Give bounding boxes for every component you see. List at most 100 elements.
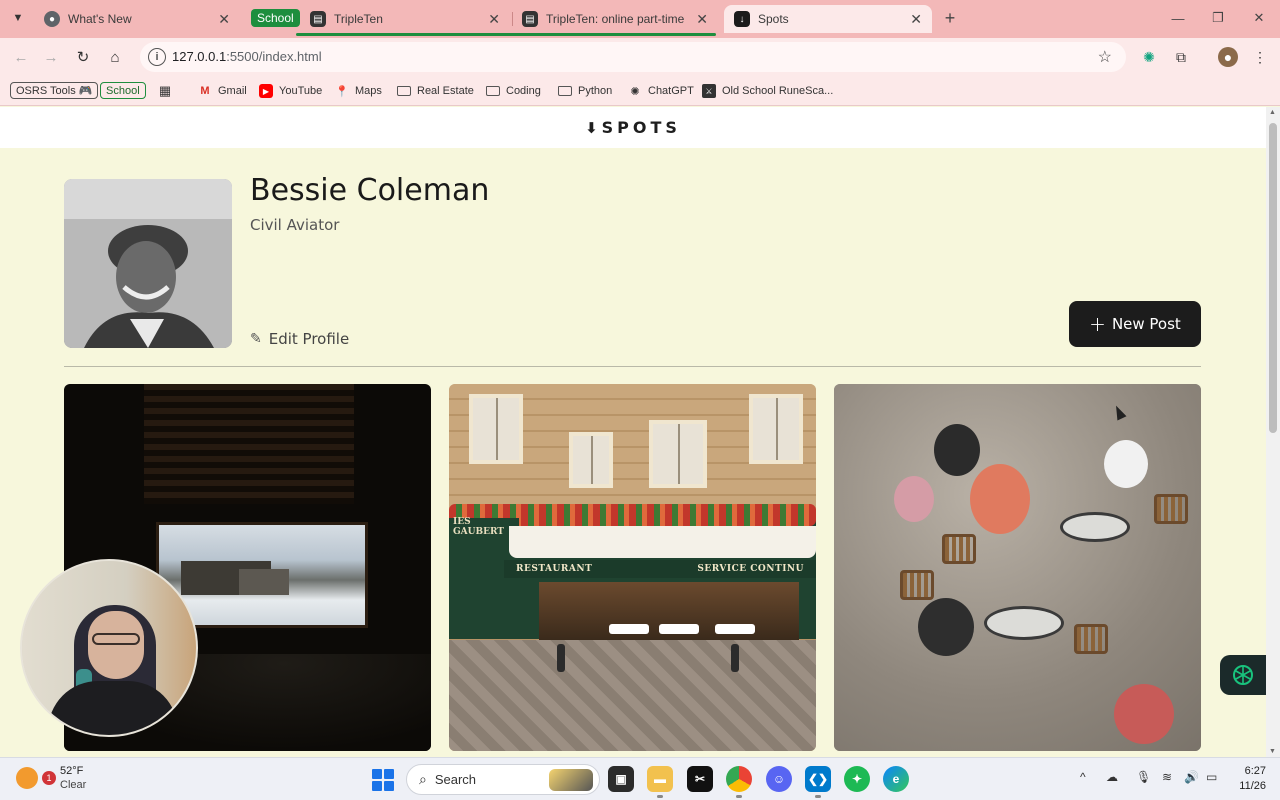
seated-person [918, 598, 974, 656]
page-scrollbar[interactable]: ▲ ▼ [1266, 107, 1280, 757]
edit-profile-button[interactable]: ✎ Edit Profile [250, 330, 349, 348]
close-window-icon[interactable]: ✕ [1244, 8, 1274, 28]
profile-name: Bessie Coleman [250, 173, 490, 208]
seated-person [1104, 440, 1148, 488]
card-cafe-terrace[interactable] [834, 384, 1201, 751]
wifi-icon[interactable]: ≋ [1162, 770, 1172, 784]
restaurant-sign: RESTAURANT SERVICE CONTINU [504, 560, 816, 578]
spots-logo[interactable]: ⬇ SPOTS [585, 118, 681, 137]
folder-icon [558, 86, 572, 96]
close-tab-icon[interactable]: ✕ [218, 11, 230, 28]
new-tab-button[interactable]: + [940, 8, 960, 28]
terrace-table [609, 624, 649, 634]
bookmark-folder-python[interactable]: Python [558, 81, 612, 101]
windows-taskbar: 1 52°F Clear ⌕ Search ▣ ▬ ✂ ☺ ❮❯ ✦ e ^ ☁… [0, 757, 1280, 800]
chrome-icon[interactable] [726, 766, 752, 798]
windows-start-icon[interactable] [372, 769, 394, 791]
bookmark-school[interactable]: School [100, 82, 146, 99]
assistant-floating-button[interactable] [1220, 655, 1266, 695]
cafe-chair [942, 534, 976, 564]
cafe-chair [1154, 494, 1188, 524]
taskbar-search[interactable]: ⌕ Search [406, 764, 600, 795]
bookmark-gmail[interactable]: M Gmail [198, 81, 246, 101]
scroll-up-icon[interactable]: ▲ [1269, 109, 1276, 116]
bookmark-star-icon[interactable]: ☆ [1098, 47, 1112, 67]
taskbar-clock[interactable]: 6:27 11/26 [1230, 764, 1266, 794]
tab-search-button[interactable]: ▼ [6, 7, 30, 29]
chrome-icon: ● [44, 11, 60, 27]
extensions-puzzle-icon[interactable]: ⧉ [1171, 47, 1191, 67]
tab-group-school[interactable]: School [251, 9, 300, 27]
clock-date: 11/26 [1239, 780, 1266, 792]
facade-window [469, 394, 523, 464]
close-tab-icon[interactable]: ✕ [696, 11, 708, 28]
webcam-glasses [92, 633, 140, 645]
seated-person [934, 424, 980, 476]
profile-divider [64, 366, 1201, 367]
new-post-button[interactable]: + New Post [1069, 301, 1201, 347]
tab-tripleten-course[interactable]: ▤ TripleTen: online part-time codi ✕ [512, 5, 718, 33]
restore-icon[interactable]: ❐ [1203, 8, 1233, 28]
battery-icon[interactable]: ▭ [1206, 770, 1217, 784]
webcam-overlay [20, 559, 198, 737]
browser-toolbar: ← → ↻ ⌂ i 127.0.0.1:5500/index.html ☆ ✺ … [0, 38, 1280, 76]
microphone-icon[interactable]: 🎙 [1136, 770, 1151, 784]
scrollbar-thumb[interactable] [1269, 123, 1277, 433]
tab-whats-new[interactable]: ● What's New ✕ [34, 5, 240, 33]
seated-person [1114, 684, 1174, 744]
tab-tripleten[interactable]: ▤ TripleTen ✕ [300, 5, 510, 33]
bookmark-maps[interactable]: 📍 Maps [335, 81, 382, 101]
pink-jacket [894, 476, 934, 522]
minimize-icon[interactable]: — [1163, 8, 1193, 28]
tripleten-icon: ▤ [310, 11, 326, 27]
back-arrow-icon[interactable]: ← [10, 46, 32, 68]
discord-icon[interactable]: ☺ [766, 766, 792, 792]
volume-icon[interactable]: 🔊 [1184, 770, 1199, 784]
bookmark-youtube[interactable]: ▶ YouTube [259, 81, 322, 101]
vscode-icon[interactable]: ❮❯ [805, 766, 831, 798]
chatgpt-extension-icon[interactable]: ✺ [1139, 47, 1159, 67]
apps-grid-icon[interactable]: ▦ [158, 81, 178, 101]
tripleten-icon: ▤ [522, 11, 538, 27]
scroll-down-icon[interactable]: ▼ [1269, 748, 1276, 755]
home-icon[interactable]: ⌂ [104, 46, 126, 68]
bookmark-osrs-tools[interactable]: OSRS Tools 🎮 [10, 82, 99, 99]
avatar-portrait [64, 179, 232, 348]
file-explorer-icon[interactable]: ▬ [647, 766, 673, 798]
capcut-icon[interactable]: ✂ [687, 766, 713, 792]
bookmark-chatgpt[interactable]: ✺ ChatGPT [628, 81, 693, 101]
pencil-icon: ✎ [250, 331, 262, 347]
chatgpt-icon [1233, 665, 1253, 685]
close-tab-icon[interactable]: ✕ [910, 11, 922, 28]
forward-arrow-icon[interactable]: → [40, 46, 62, 68]
close-tab-icon[interactable]: ✕ [488, 11, 500, 28]
bollard [557, 644, 565, 672]
onedrive-cloud-icon[interactable]: ☁ [1106, 770, 1118, 784]
site-info-icon[interactable]: i [148, 48, 166, 66]
task-view-icon[interactable]: ▣ [608, 766, 634, 792]
runescape-icon: ⚔ [702, 84, 716, 98]
seated-person [970, 464, 1030, 534]
reload-icon[interactable]: ↻ [72, 46, 94, 68]
maps-pin-icon: 📍 [335, 85, 349, 98]
plus-icon: + [1089, 312, 1106, 336]
spotify-like-icon[interactable]: ✦ [844, 766, 870, 792]
profile-avatar-icon[interactable]: ● [1218, 47, 1238, 67]
chatgpt-icon: ✺ [630, 85, 640, 98]
bookmarks-bar: OSRS Tools 🎮 School ▦ M Gmail ▶ YouTube 📍 M… [0, 76, 1280, 106]
bollard [731, 644, 739, 672]
bookmark-old-school-runescape[interactable]: ⚔ Old School RuneSca... [702, 81, 833, 101]
bookmark-folder-coding[interactable]: Coding [486, 81, 541, 101]
address-bar[interactable]: i 127.0.0.1:5500/index.html ☆ [140, 42, 1126, 72]
url-text[interactable]: 127.0.0.1:5500/index.html [172, 49, 322, 64]
spots-icon: ↓ [734, 11, 750, 27]
weather-widget[interactable]: 1 52°F Clear [16, 764, 86, 792]
gmail-icon: M [200, 85, 210, 97]
tab-spots[interactable]: ↓ Spots ✕ [724, 5, 932, 33]
card-paris-restaurant[interactable]: IES GAUBERT RESTAURANT SERVICE CONTINU [449, 384, 816, 751]
search-icon: ⌕ [419, 771, 427, 787]
tray-overflow-icon[interactable]: ^ [1080, 770, 1086, 784]
edge-icon[interactable]: e [883, 766, 909, 792]
bookmark-folder-real-estate[interactable]: Real Estate [397, 81, 474, 101]
more-menu-icon[interactable]: ⋮ [1250, 47, 1270, 67]
